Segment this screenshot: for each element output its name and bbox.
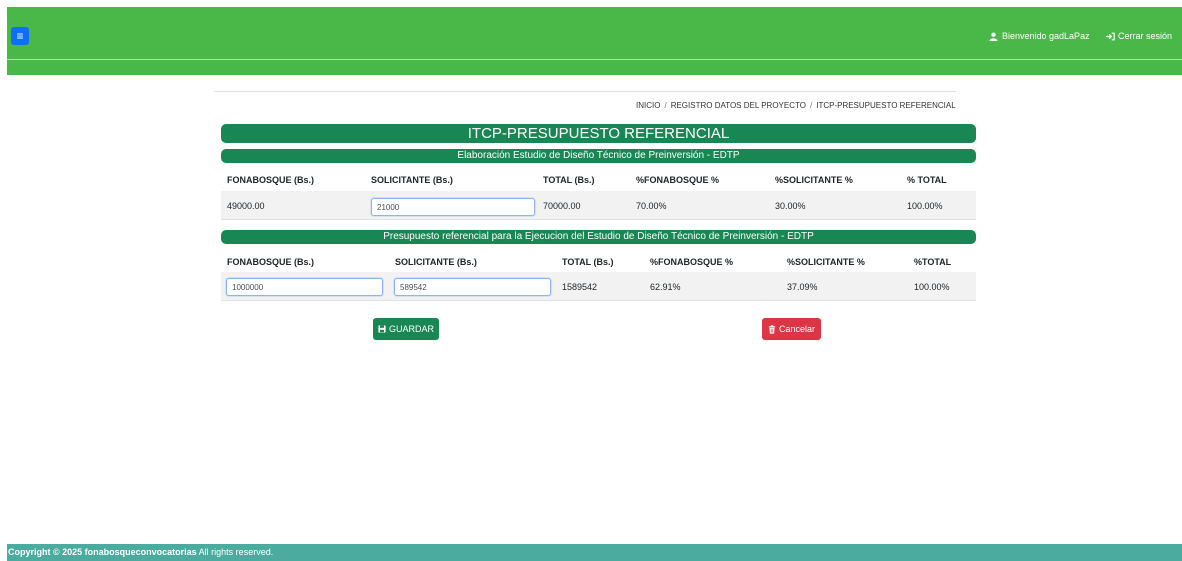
sign-out-icon [1105, 32, 1115, 40]
s1-header-pct-solicitante: %SOLICITANTE % [775, 175, 853, 185]
navbar-divider [7, 59, 1182, 60]
hamburger-icon: ≡ [16, 29, 24, 43]
breadcrumb-item-inicio[interactable]: INICIO [636, 101, 660, 110]
logout-link[interactable]: Cerrar sesión [1105, 31, 1172, 41]
breadcrumb-divider [214, 91, 956, 92]
s2-header-fonabosque: FONABOSQUE (Bs.) [227, 257, 315, 267]
save-button-label: GUARDAR [388, 324, 434, 334]
s1-header-pct-fonabosque: %FONABOSQUE % [636, 175, 720, 185]
cancel-button[interactable]: Cancelar [762, 318, 821, 340]
s2-fonabosque-input[interactable] [226, 278, 383, 296]
s2-pct-total-value: 100.00% [914, 282, 950, 292]
s2-pct-fonabosque-value: 62.91% [650, 282, 681, 292]
page-footer: Copyright © 2025 fonabosqueconvocatorias… [7, 544, 1182, 561]
section2-title: Presupuesto referencial para la Ejecucio… [221, 230, 976, 244]
s1-pct-fonabosque-value: 70.00% [636, 201, 667, 211]
breadcrumb: INICIO / REGISTRO DATOS DEL PROYECTO / ITCP-… [636, 101, 956, 110]
s1-header-total: TOTAL (Bs.) [543, 175, 595, 185]
cancel-button-label: Cancelar [778, 324, 816, 334]
s2-solicitante-input[interactable] [394, 278, 551, 296]
breadcrumb-separator: / [809, 101, 813, 110]
user-welcome[interactable]: Bienvenido gadLaPaz [989, 31, 1090, 41]
s1-solicitante-input[interactable] [371, 198, 535, 216]
s2-total-value: 1589542 [562, 282, 598, 292]
s2-header-solicitante: SOLICITANTE (Bs.) [395, 257, 477, 267]
s1-total-value: 70000.00 [543, 201, 581, 211]
breadcrumb-separator: / [664, 101, 667, 110]
footer-copyright: Copyright © 2025 fonabosqueconvocatorias [8, 547, 197, 557]
save-button[interactable]: GUARDAR [373, 318, 439, 340]
s1-table-row [221, 191, 976, 220]
floppy-disk-icon [378, 325, 386, 333]
user-icon [989, 32, 998, 41]
s1-header-solicitante: SOLICITANTE (Bs.) [371, 175, 453, 185]
breadcrumb-item-current: ITCP-PRESUPUESTO REFERENCIAL [816, 101, 956, 110]
breadcrumb-item-registro[interactable]: REGISTRO DATOS DEL PROYECTO [671, 101, 806, 110]
menu-toggle-button[interactable]: ≡ [11, 27, 29, 45]
s1-pct-total-value: 100.00% [907, 201, 943, 211]
s2-header-total: TOTAL (Bs.) [562, 257, 614, 267]
s2-header-pct-total: %TOTAL [914, 257, 952, 267]
s1-fonabosque-value: 49000.00 [227, 201, 265, 211]
s1-header-fonabosque: FONABOSQUE (Bs.) [227, 175, 315, 185]
welcome-text: Bienvenido gadLaPaz [1002, 31, 1090, 41]
s1-header-pct-total: % TOTAL [907, 175, 947, 185]
s1-pct-solicitante-value: 30.00% [775, 201, 806, 211]
logout-text: Cerrar sesión [1118, 31, 1173, 41]
page-title: ITCP-PRESUPUESTO REFERENCIAL [221, 124, 976, 143]
s2-header-pct-fonabosque: %FONABOSQUE % [650, 257, 734, 267]
section1-title: Elaboración Estudio de Diseño Técnico de… [221, 149, 976, 163]
footer-rights: All rights reserved. [196, 547, 274, 557]
top-navbar: ≡ Bienvenido gadLaPaz Cerrar sesión [7, 7, 1182, 75]
s2-pct-solicitante-value: 37.09% [787, 282, 818, 292]
s2-header-pct-solicitante: %SOLICITANTE % [787, 257, 865, 267]
trash-icon [768, 324, 776, 334]
